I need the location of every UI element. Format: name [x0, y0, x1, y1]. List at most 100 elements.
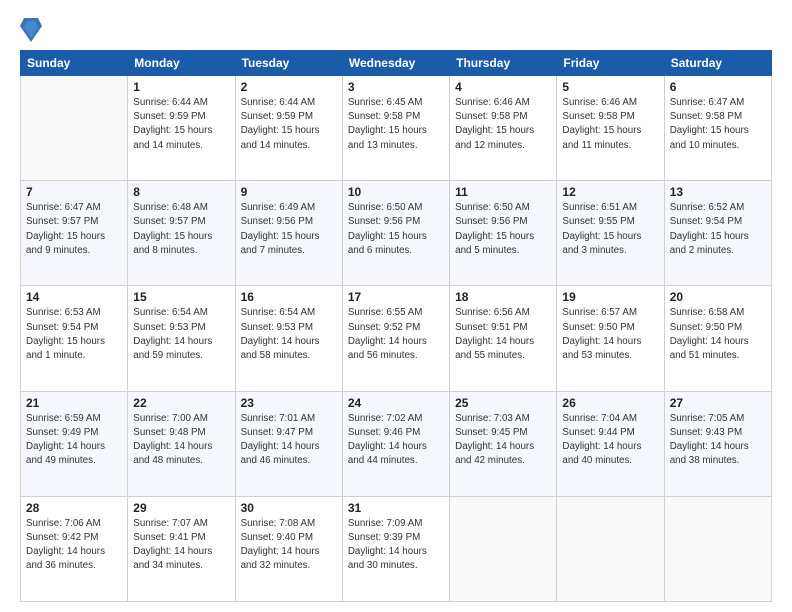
- calendar-cell: 27 Sunrise: 7:05 AM Sunset: 9:43 PM Dayli…: [664, 391, 771, 496]
- day-number: 10: [348, 185, 444, 199]
- calendar-cell: 28 Sunrise: 7:06 AM Sunset: 9:42 PM Dayli…: [21, 496, 128, 601]
- day-info: Sunrise: 7:00 AM Sunset: 9:48 PM Dayligh…: [133, 412, 229, 469]
- day-info: Sunrise: 6:50 AM Sunset: 9:56 PM Dayligh…: [348, 201, 444, 258]
- day-number: 16: [241, 290, 337, 304]
- calendar-cell: 8 Sunrise: 6:48 AM Sunset: 9:57 PM Daylig…: [128, 181, 235, 286]
- day-info: Sunrise: 7:01 AM Sunset: 9:47 PM Dayligh…: [241, 412, 337, 469]
- calendar-cell: 15 Sunrise: 6:54 AM Sunset: 9:53 PM Dayli…: [128, 286, 235, 391]
- day-info: Sunrise: 6:54 AM Sunset: 9:53 PM Dayligh…: [133, 306, 229, 363]
- day-number: 15: [133, 290, 229, 304]
- day-number: 7: [26, 185, 122, 199]
- day-info: Sunrise: 6:52 AM Sunset: 9:54 PM Dayligh…: [670, 201, 766, 258]
- day-number: 20: [670, 290, 766, 304]
- day-number: 27: [670, 396, 766, 410]
- calendar-cell: [21, 76, 128, 181]
- calendar-week-row: 1 Sunrise: 6:44 AM Sunset: 9:59 PM Daylig…: [21, 76, 772, 181]
- day-info: Sunrise: 6:57 AM Sunset: 9:50 PM Dayligh…: [562, 306, 658, 363]
- day-number: 24: [348, 396, 444, 410]
- calendar-cell: 22 Sunrise: 7:00 AM Sunset: 9:48 PM Dayli…: [128, 391, 235, 496]
- day-number: 1: [133, 80, 229, 94]
- calendar-cell: [557, 496, 664, 601]
- weekday-header: Wednesday: [342, 51, 449, 76]
- day-number: 6: [670, 80, 766, 94]
- day-number: 9: [241, 185, 337, 199]
- calendar-header-row: SundayMondayTuesdayWednesdayThursdayFrid…: [21, 51, 772, 76]
- logo: [20, 16, 46, 44]
- calendar-cell: [450, 496, 557, 601]
- day-info: Sunrise: 6:50 AM Sunset: 9:56 PM Dayligh…: [455, 201, 551, 258]
- day-number: 4: [455, 80, 551, 94]
- day-number: 3: [348, 80, 444, 94]
- calendar-cell: 21 Sunrise: 6:59 AM Sunset: 9:49 PM Dayli…: [21, 391, 128, 496]
- day-info: Sunrise: 7:06 AM Sunset: 9:42 PM Dayligh…: [26, 517, 122, 574]
- calendar-table: SundayMondayTuesdayWednesdayThursdayFrid…: [20, 50, 772, 602]
- day-number: 14: [26, 290, 122, 304]
- day-number: 13: [670, 185, 766, 199]
- calendar-cell: 9 Sunrise: 6:49 AM Sunset: 9:56 PM Daylig…: [235, 181, 342, 286]
- calendar-cell: 10 Sunrise: 6:50 AM Sunset: 9:56 PM Dayli…: [342, 181, 449, 286]
- calendar-cell: 29 Sunrise: 7:07 AM Sunset: 9:41 PM Dayli…: [128, 496, 235, 601]
- day-number: 18: [455, 290, 551, 304]
- calendar-cell: 6 Sunrise: 6:47 AM Sunset: 9:58 PM Daylig…: [664, 76, 771, 181]
- calendar-cell: 31 Sunrise: 7:09 AM Sunset: 9:39 PM Dayli…: [342, 496, 449, 601]
- day-number: 23: [241, 396, 337, 410]
- day-info: Sunrise: 6:54 AM Sunset: 9:53 PM Dayligh…: [241, 306, 337, 363]
- day-info: Sunrise: 6:44 AM Sunset: 9:59 PM Dayligh…: [241, 96, 337, 153]
- day-number: 19: [562, 290, 658, 304]
- calendar-cell: 11Sunrise: 6:50 AM Sunset: 9:56 PM Dayli…: [450, 181, 557, 286]
- day-info: Sunrise: 6:55 AM Sunset: 9:52 PM Dayligh…: [348, 306, 444, 363]
- calendar-cell: 17 Sunrise: 6:55 AM Sunset: 9:52 PM Dayli…: [342, 286, 449, 391]
- day-info: Sunrise: 6:51 AM Sunset: 9:55 PM Dayligh…: [562, 201, 658, 258]
- day-info: Sunrise: 6:48 AM Sunset: 9:57 PM Dayligh…: [133, 201, 229, 258]
- weekday-header: Saturday: [664, 51, 771, 76]
- day-info: Sunrise: 6:58 AM Sunset: 9:50 PM Dayligh…: [670, 306, 766, 363]
- day-number: 17: [348, 290, 444, 304]
- day-number: 22: [133, 396, 229, 410]
- day-info: Sunrise: 7:09 AM Sunset: 9:39 PM Dayligh…: [348, 517, 444, 574]
- calendar-cell: 3 Sunrise: 6:45 AM Sunset: 9:58 PM Daylig…: [342, 76, 449, 181]
- day-info: Sunrise: 6:53 AM Sunset: 9:54 PM Dayligh…: [26, 306, 122, 363]
- calendar-cell: 14 Sunrise: 6:53 AM Sunset: 9:54 PM Dayli…: [21, 286, 128, 391]
- day-info: Sunrise: 7:08 AM Sunset: 9:40 PM Dayligh…: [241, 517, 337, 574]
- calendar-cell: 12 Sunrise: 6:51 AM Sunset: 9:55 PM Dayli…: [557, 181, 664, 286]
- day-info: Sunrise: 6:56 AM Sunset: 9:51 PM Dayligh…: [455, 306, 551, 363]
- day-number: 5: [562, 80, 658, 94]
- day-number: 31: [348, 501, 444, 515]
- calendar-cell: 7Sunrise: 6:47 AM Sunset: 9:57 PM Daylig…: [21, 181, 128, 286]
- day-number: 28: [26, 501, 122, 515]
- calendar-week-row: 21 Sunrise: 6:59 AM Sunset: 9:49 PM Dayli…: [21, 391, 772, 496]
- day-info: Sunrise: 6:47 AM Sunset: 9:58 PM Dayligh…: [670, 96, 766, 153]
- day-number: 8: [133, 185, 229, 199]
- day-number: 21: [26, 396, 122, 410]
- day-number: 12: [562, 185, 658, 199]
- calendar-cell: 16 Sunrise: 6:54 AM Sunset: 9:53 PM Dayli…: [235, 286, 342, 391]
- day-info: Sunrise: 7:04 AM Sunset: 9:44 PM Dayligh…: [562, 412, 658, 469]
- weekday-header: Thursday: [450, 51, 557, 76]
- calendar-cell: 26 Sunrise: 7:04 AM Sunset: 9:44 PM Dayli…: [557, 391, 664, 496]
- logo-icon: [20, 16, 42, 44]
- day-info: Sunrise: 6:46 AM Sunset: 9:58 PM Dayligh…: [562, 96, 658, 153]
- calendar-cell: 4 Sunrise: 6:46 AM Sunset: 9:58 PM Daylig…: [450, 76, 557, 181]
- calendar-cell: 20 Sunrise: 6:58 AM Sunset: 9:50 PM Dayli…: [664, 286, 771, 391]
- calendar-cell: 2Sunrise: 6:44 AM Sunset: 9:59 PM Daylig…: [235, 76, 342, 181]
- weekday-header: Monday: [128, 51, 235, 76]
- calendar-cell: 19 Sunrise: 6:57 AM Sunset: 9:50 PM Dayli…: [557, 286, 664, 391]
- day-info: Sunrise: 6:49 AM Sunset: 9:56 PM Dayligh…: [241, 201, 337, 258]
- day-info: Sunrise: 6:59 AM Sunset: 9:49 PM Dayligh…: [26, 412, 122, 469]
- calendar-cell: 18 Sunrise: 6:56 AM Sunset: 9:51 PM Dayli…: [450, 286, 557, 391]
- day-number: 26: [562, 396, 658, 410]
- day-number: 29: [133, 501, 229, 515]
- calendar-cell: 30 Sunrise: 7:08 AM Sunset: 9:40 PM Dayli…: [235, 496, 342, 601]
- calendar-cell: 13 Sunrise: 6:52 AM Sunset: 9:54 PM Dayli…: [664, 181, 771, 286]
- day-info: Sunrise: 6:45 AM Sunset: 9:58 PM Dayligh…: [348, 96, 444, 153]
- calendar-cell: [664, 496, 771, 601]
- day-info: Sunrise: 7:05 AM Sunset: 9:43 PM Dayligh…: [670, 412, 766, 469]
- day-info: Sunrise: 7:07 AM Sunset: 9:41 PM Dayligh…: [133, 517, 229, 574]
- calendar-week-row: 28 Sunrise: 7:06 AM Sunset: 9:42 PM Dayli…: [21, 496, 772, 601]
- day-info: Sunrise: 7:02 AM Sunset: 9:46 PM Dayligh…: [348, 412, 444, 469]
- weekday-header: Friday: [557, 51, 664, 76]
- calendar-cell: 23 Sunrise: 7:01 AM Sunset: 9:47 PM Dayli…: [235, 391, 342, 496]
- weekday-header: Tuesday: [235, 51, 342, 76]
- day-info: Sunrise: 6:46 AM Sunset: 9:58 PM Dayligh…: [455, 96, 551, 153]
- day-number: 30: [241, 501, 337, 515]
